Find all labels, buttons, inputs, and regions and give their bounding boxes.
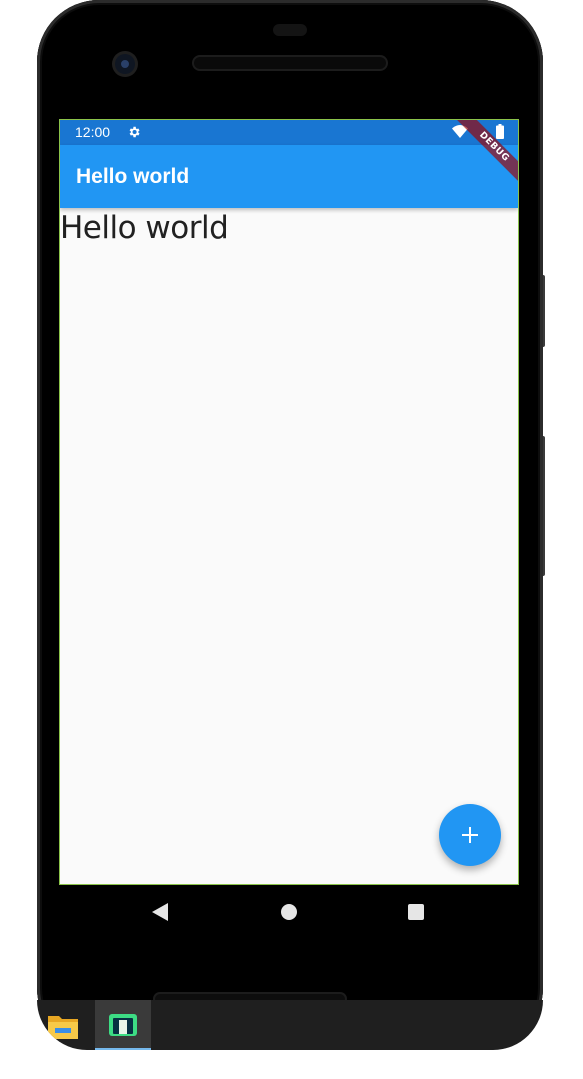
app-bar: Hello world bbox=[60, 145, 518, 208]
taskbar-item-file-explorer[interactable] bbox=[37, 1000, 93, 1050]
file-explorer-icon bbox=[48, 1016, 78, 1039]
add-fab-button[interactable] bbox=[439, 804, 501, 866]
app-bar-title: Hello world bbox=[76, 165, 190, 188]
top-sensor bbox=[273, 24, 307, 36]
battery-icon bbox=[496, 124, 504, 139]
recents-icon[interactable] bbox=[408, 904, 424, 920]
settings-gear-icon bbox=[129, 126, 140, 138]
front-camera-icon bbox=[115, 54, 135, 74]
android-nav-bar bbox=[60, 885, 518, 939]
android-studio-icon bbox=[109, 1014, 137, 1036]
status-time: 12:00 bbox=[75, 124, 111, 140]
phone-frame: 12:00 Hello world Hello world DEBUG bbox=[37, 0, 543, 1050]
hello-world-text: Hello world bbox=[60, 210, 229, 246]
host-taskbar bbox=[37, 1000, 543, 1050]
earpiece-speaker bbox=[194, 57, 386, 69]
device-screen: 12:00 Hello world Hello world DEBUG bbox=[60, 120, 518, 884]
back-icon[interactable] bbox=[152, 903, 168, 921]
taskbar-item-android-studio[interactable] bbox=[95, 1000, 151, 1050]
status-bar: 12:00 bbox=[60, 120, 518, 145]
plus-icon bbox=[462, 827, 478, 843]
home-icon[interactable] bbox=[281, 904, 297, 920]
